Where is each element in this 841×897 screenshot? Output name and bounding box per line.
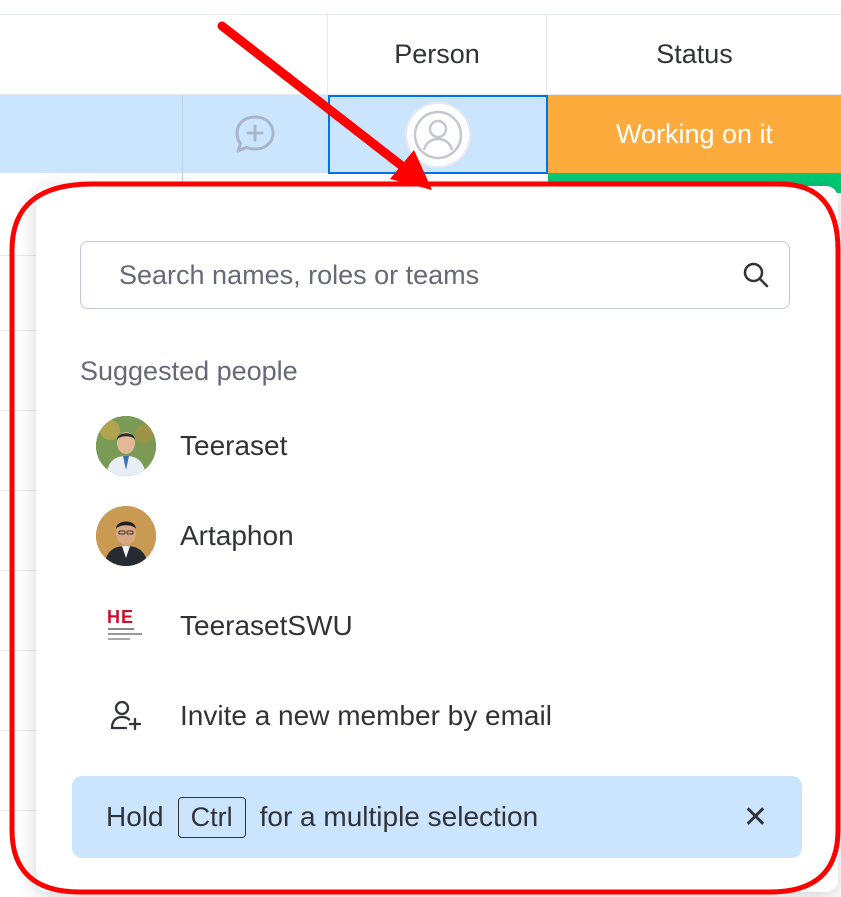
- column-header-person-label: Person: [394, 38, 480, 69]
- person-option[interactable]: Artaphon: [96, 504, 796, 568]
- person-name: TeerasetSWU: [180, 610, 353, 641]
- invite-member-icon: [96, 686, 156, 746]
- status-cell[interactable]: Working on it: [548, 95, 841, 173]
- hint-suffix: for a multiple selection: [259, 801, 539, 832]
- column-header-status[interactable]: Status: [548, 14, 841, 94]
- multi-select-hint: Hold Ctrl for a multiple selection ✕: [72, 776, 802, 858]
- row-border: [0, 570, 40, 571]
- invite-member-option[interactable]: Invite a new member by email: [96, 684, 796, 748]
- person-placeholder-icon[interactable]: [407, 103, 469, 166]
- person-option[interactable]: H E TeerasetSWU: [96, 594, 796, 658]
- svg-text:E: E: [121, 607, 133, 627]
- close-icon[interactable]: ✕: [743, 800, 768, 835]
- search-input[interactable]: [117, 258, 741, 292]
- avatar: [96, 416, 156, 476]
- row-border: [0, 330, 40, 331]
- row-border: [0, 730, 40, 731]
- row-border: [0, 490, 40, 491]
- person-name: Teeraset: [180, 430, 288, 461]
- add-update-cell[interactable]: [182, 95, 327, 173]
- hint-prefix: Hold: [106, 801, 164, 832]
- avatar: [96, 506, 156, 566]
- people-picker-popover: Suggested people Teeraset: [36, 186, 838, 892]
- team-logo-icon: H E: [96, 596, 156, 656]
- status-label: Working on it: [615, 118, 774, 149]
- ctrl-key-badge: Ctrl: [177, 796, 246, 838]
- column-header-person[interactable]: Person: [328, 14, 546, 94]
- suggested-people-title: Suggested people: [80, 356, 298, 386]
- svg-text:H: H: [107, 607, 120, 627]
- row-border: [0, 810, 40, 811]
- person-option[interactable]: Teeraset: [96, 414, 796, 478]
- person-name: Artaphon: [180, 520, 294, 551]
- person-cell[interactable]: [328, 95, 548, 174]
- add-comment-icon[interactable]: [233, 113, 277, 155]
- row-border: [0, 650, 40, 651]
- invite-member-label: Invite a new member by email: [180, 700, 552, 731]
- search-field[interactable]: [80, 241, 790, 309]
- row-border: [0, 410, 40, 411]
- column-border: [546, 14, 547, 95]
- search-icon: [743, 262, 769, 288]
- column-header-status-label: Status: [656, 38, 733, 69]
- row-border: [0, 255, 40, 256]
